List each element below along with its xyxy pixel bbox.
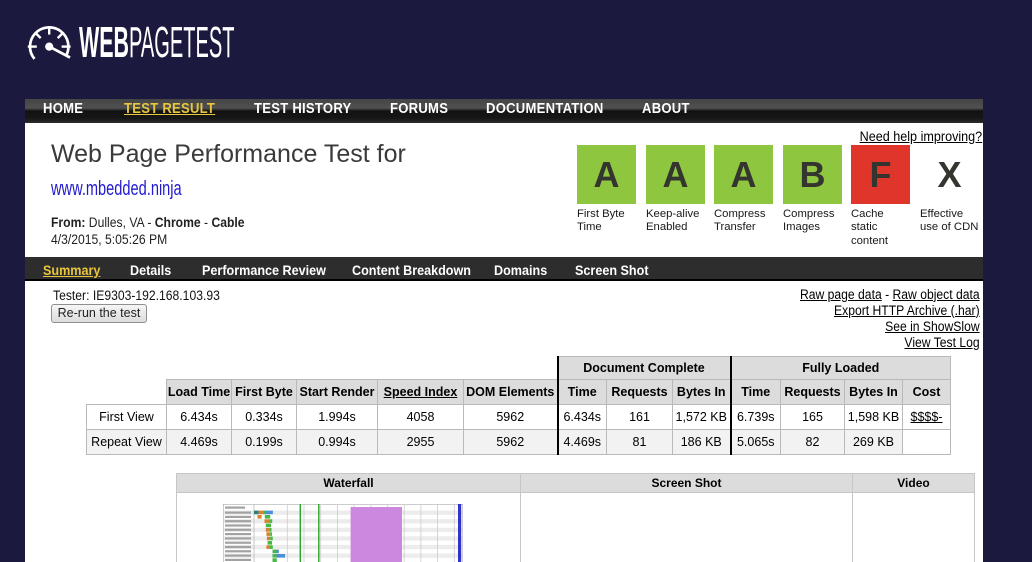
- svg-text:PAGETEST: PAGETEST: [129, 24, 235, 67]
- svg-text:WEB: WEB: [79, 24, 129, 67]
